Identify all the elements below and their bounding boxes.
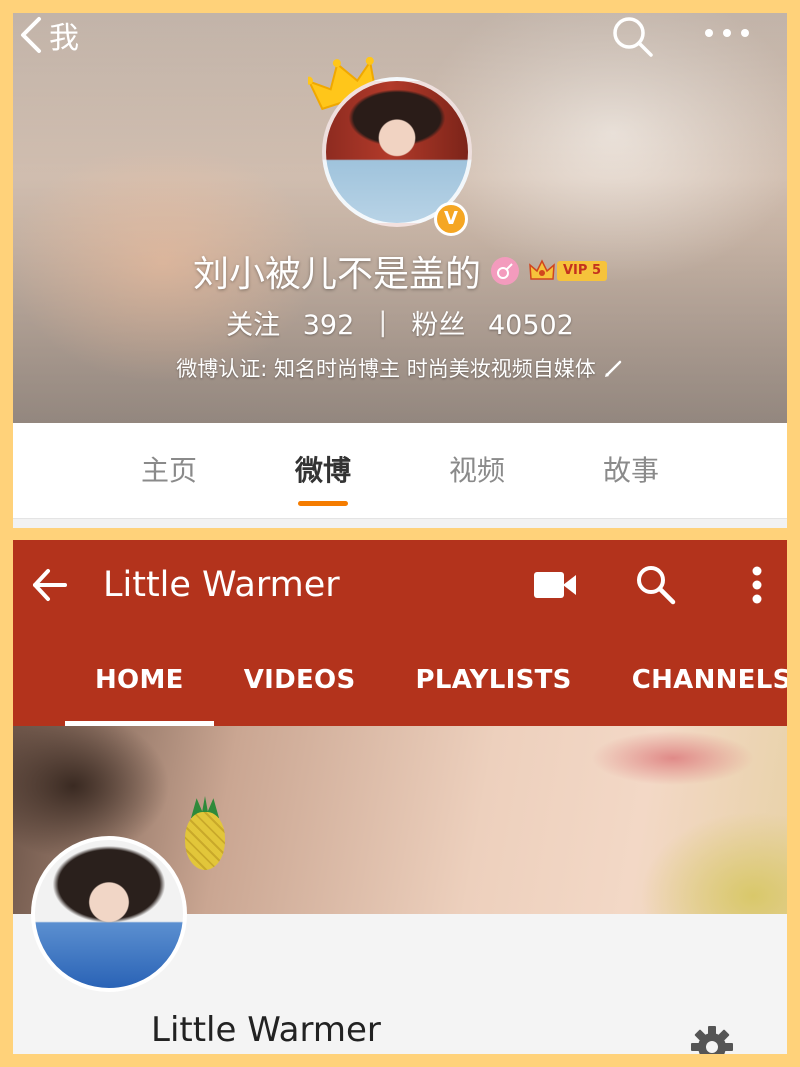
gear-icon [691,1026,733,1054]
tab-playlists[interactable]: PLAYLISTS [385,650,601,726]
tab-weibo[interactable]: 微博 [246,423,400,518]
weibo-profile-panel: 我 V 刘小被儿不是盖的 VIP 5 关注 392 | 粉丝 40502 微博认… [13,13,787,528]
vip-badge[interactable]: VIP 5 [529,259,607,283]
username: 刘小被儿不是盖的 [192,254,481,295]
tab-home[interactable]: 主页 [92,423,246,518]
vip-crown-icon [529,259,555,280]
stats-separator: | [378,307,388,338]
profile-avatar-group[interactable]: V [308,57,478,237]
more-button[interactable] [751,566,763,608]
search-icon [637,566,676,605]
search-button[interactable] [611,17,657,61]
more-button[interactable] [701,25,753,44]
back-button[interactable]: 我 [19,13,79,57]
arrow-back-icon [33,569,67,601]
back-label: 我 [49,21,79,56]
followers-label: 粉丝 [411,310,466,341]
verification-line[interactable]: 微博认证: 知名时尚博主 时尚美妆视频自媒体 [13,353,787,383]
more-horiz-icon [705,29,749,37]
more-vert-icon [752,566,762,604]
back-button[interactable] [31,566,69,608]
app-bar-title: Little Warmer [103,565,340,605]
verified-badge: V [434,202,468,236]
tab-stories[interactable]: 故事 [554,423,708,518]
following-count: 392 [302,310,355,341]
channel-name: Little Warmer [151,1010,381,1050]
followers-stat[interactable]: 粉丝 40502 [411,303,574,342]
following-label: 关注 [226,310,281,341]
followers-count: 40502 [487,310,574,341]
search-icon [613,17,653,57]
username-row: 刘小被儿不是盖的 VIP 5 [13,245,787,297]
app-bar: Little Warmer HOME VIDEOS PLAYLISTS CHAN… [13,540,787,726]
female-icon [491,257,519,285]
tab-home[interactable]: HOME [65,650,214,726]
pineapple-earring [185,812,225,870]
video-camera-icon [534,572,576,598]
tab-videos[interactable]: VIDEOS [214,650,386,726]
channel-avatar[interactable] [31,836,187,992]
upload-video-button[interactable] [533,570,577,604]
profile-tabs: 主页 微博 视频 故事 [13,423,787,518]
verification-text: 微博认证: 知名时尚博主 时尚美妆视频自媒体 [176,357,596,381]
tab-channels[interactable]: CHANNELS [602,650,787,726]
edit-pencil-icon [604,360,621,377]
channel-panel: Little Warmer HOME VIDEOS PLAYLISTS CHAN… [13,540,787,1054]
tab-videos[interactable]: 视频 [400,423,554,518]
following-stat[interactable]: 关注 392 [226,303,354,342]
search-button[interactable] [635,564,677,610]
divider [13,518,787,528]
channel-tabs: HOME VIDEOS PLAYLISTS CHANNELS [65,650,787,726]
channel-settings-button[interactable] [689,1024,735,1054]
follow-stats: 关注 392 | 粉丝 40502 [13,303,787,342]
vip-level: VIP 5 [557,261,607,281]
chevron-left-icon [21,17,41,53]
